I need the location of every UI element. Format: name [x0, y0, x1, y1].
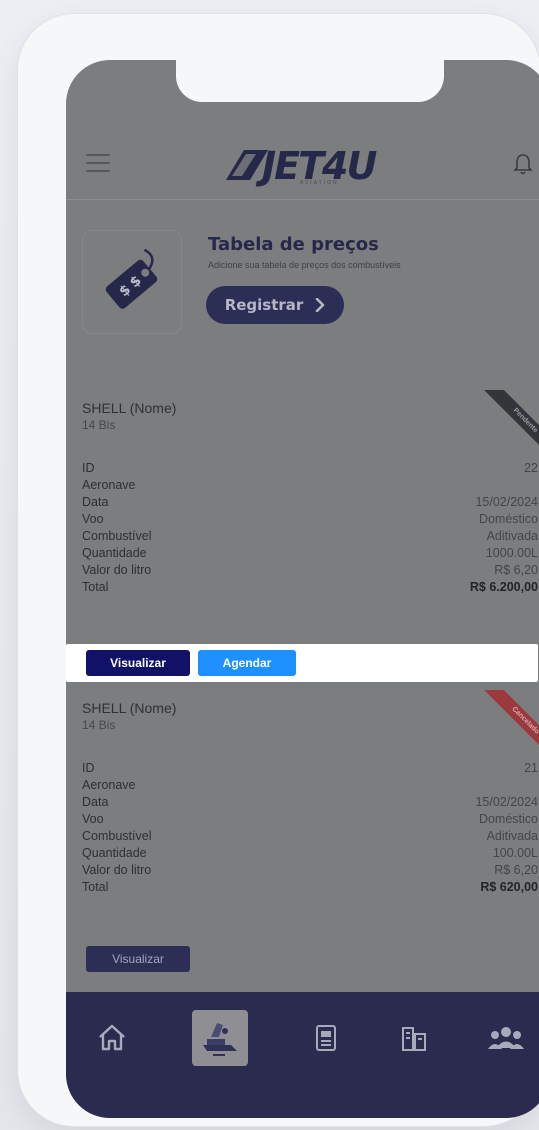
- status-ribbon: Cancelado: [476, 690, 539, 760]
- fuel-truck-icon: [203, 1023, 237, 1056]
- row-id: ID 21: [82, 761, 538, 775]
- tab-users[interactable]: [480, 1010, 532, 1066]
- row-total: Total R$ 6.200,00: [82, 580, 538, 594]
- app-header: JET4U AVIATION: [66, 130, 539, 200]
- view-button[interactable]: Visualizar: [86, 650, 190, 676]
- supplier-name: SHELL (Nome): [82, 400, 177, 416]
- status-ribbon-label: Cancelado: [481, 690, 539, 760]
- row-quantity: Quantidade 1000.00L: [82, 546, 538, 560]
- price-tag-box: $ $: [82, 230, 182, 334]
- row-fuel: Combustível Aditivada: [82, 829, 538, 843]
- tab-documents[interactable]: [300, 1010, 352, 1066]
- supplier-name: SHELL (Nome): [82, 700, 177, 716]
- row-total: Total R$ 620,00: [82, 880, 538, 894]
- promo-subtitle: Adicione sua tabela de preços dos combus…: [208, 260, 401, 270]
- price-table-promo: $ $ Tabela de preços Adicione sua tabela…: [66, 210, 539, 340]
- row-aircraft: Aeronave: [82, 478, 136, 492]
- fuel-order-card: Pendente SHELL (Nome) 14 Bis ID 22 Aerona…: [82, 390, 539, 596]
- buildings-icon: [402, 1027, 426, 1051]
- row-fuel: Combustível Aditivada: [82, 529, 538, 543]
- row-date: Data 15/02/2024: [82, 795, 538, 809]
- bell-icon[interactable]: [512, 152, 534, 176]
- tab-fuel[interactable]: [192, 1010, 248, 1066]
- document-icon: [316, 1025, 336, 1051]
- phone-notch: [176, 60, 444, 102]
- row-liter-price: Valor do litro R$ 6,20: [82, 863, 538, 877]
- row-quantity: Quantidade 100.00L: [82, 846, 538, 860]
- view-button[interactable]: Visualizar: [86, 946, 190, 972]
- aircraft-model: 14 Bis: [82, 718, 116, 732]
- status-ribbon: Pendente: [476, 390, 539, 460]
- promo-title: Tabela de preços: [208, 234, 379, 255]
- row-date: Data 15/02/2024: [82, 495, 538, 509]
- status-ribbon-label: Pendente: [481, 390, 539, 460]
- aircraft-model: 14 Bis: [82, 418, 116, 432]
- row-flight: Voo Doméstico: [82, 812, 538, 826]
- card-actions-bar: Visualizar Agendar: [66, 644, 538, 682]
- chevron-right-icon: [316, 298, 325, 312]
- row-aircraft: Aeronave: [82, 778, 136, 792]
- fuel-order-card: Cancelado SHELL (Nome) 14 Bis ID 21 Aeron…: [82, 690, 539, 896]
- home-icon: [99, 1024, 125, 1051]
- phone-frame: JET4U AVIATION $ $ Tabela de preços Adic…: [18, 14, 539, 1126]
- register-button[interactable]: Registrar: [206, 286, 344, 324]
- order-details: ID 21 Aeronave Data 15/02/2024 Voo Doméstic…: [82, 760, 538, 896]
- bottom-tab-bar: [66, 992, 539, 1118]
- row-flight: Voo Doméstico: [82, 512, 538, 526]
- app-logo: JET4U AVIATION: [218, 144, 414, 190]
- row-id: ID 22: [82, 461, 538, 475]
- order-details: ID 22 Aeronave Data 15/02/2024 Voo Doméstic…: [82, 460, 538, 596]
- hamburger-icon[interactable]: [86, 154, 110, 174]
- users-icon: [488, 1027, 524, 1049]
- tab-companies[interactable]: [388, 1010, 440, 1066]
- logo-subtitle: AVIATION: [300, 180, 339, 186]
- app-screen: JET4U AVIATION $ $ Tabela de preços Adic…: [66, 60, 539, 1118]
- price-tag-icon: $ $: [105, 248, 158, 309]
- tab-home[interactable]: [86, 1010, 138, 1066]
- schedule-button[interactable]: Agendar: [198, 650, 296, 676]
- row-liter-price: Valor do litro R$ 6,20: [82, 563, 538, 577]
- register-button-label: Registrar: [224, 296, 304, 314]
